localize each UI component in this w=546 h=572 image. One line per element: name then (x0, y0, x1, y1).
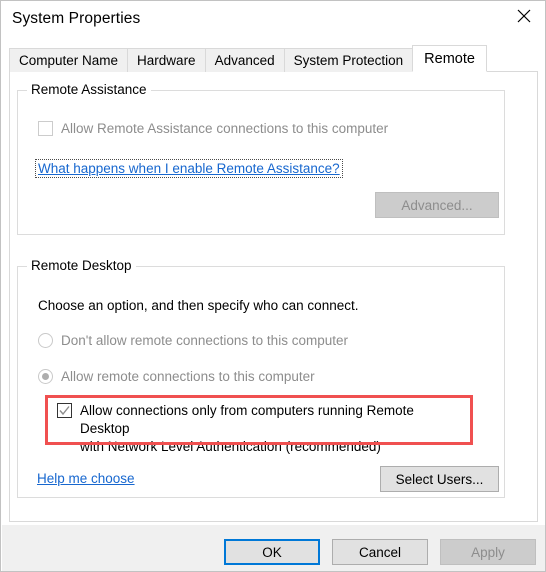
title-bar: System Properties (1, 1, 545, 41)
cancel-button[interactable]: Cancel (332, 539, 428, 565)
nla-checkbox-label: Allow connections only from computers ru… (80, 402, 467, 456)
group-remote-desktop-legend: Remote Desktop (27, 258, 136, 273)
tab-system-protection[interactable]: System Protection (283, 48, 414, 72)
checkbox-box (57, 403, 72, 418)
nla-checkbox[interactable]: Allow connections only from computers ru… (57, 402, 467, 456)
tab-advanced[interactable]: Advanced (204, 48, 285, 72)
radio-dont-allow-remote-connections[interactable]: Don't allow remote connections to this c… (38, 333, 348, 348)
tab-hardware[interactable]: Hardware (127, 48, 206, 72)
remote-assistance-advanced-button[interactable]: Advanced... (375, 192, 499, 218)
apply-button[interactable]: Apply (440, 539, 536, 565)
allow-remote-assistance-label: Allow Remote Assistance connections to t… (61, 121, 389, 136)
ok-button[interactable]: OK (224, 539, 320, 565)
tab-remote[interactable]: Remote (412, 45, 487, 72)
nla-label-line1: Allow connections only from computers ru… (80, 403, 414, 436)
allow-remote-assistance-checkbox[interactable]: Allow Remote Assistance connections to t… (38, 120, 438, 138)
radio-dont-allow-label: Don't allow remote connections to this c… (61, 333, 348, 348)
tab-computer-name[interactable]: Computer Name (9, 48, 129, 72)
checkbox-box (38, 121, 53, 136)
group-remote-assistance-legend: Remote Assistance (27, 82, 151, 97)
remote-assistance-help-link[interactable]: What happens when I enable Remote Assist… (35, 159, 343, 178)
tab-strip: Computer Name Hardware Advanced System P… (9, 45, 487, 72)
remote-desktop-instruction: Choose an option, and then specify who c… (38, 298, 359, 313)
radio-circle (38, 369, 53, 384)
nla-label-line2: with Network Level Authentication (recom… (80, 439, 381, 454)
radio-allow-label: Allow remote connections to this compute… (61, 369, 315, 384)
close-icon[interactable] (501, 1, 545, 31)
system-properties-dialog: System Properties Computer Name Hardware… (0, 0, 546, 572)
radio-circle (38, 333, 53, 348)
help-me-choose-link[interactable]: Help me choose (37, 471, 135, 486)
select-users-button[interactable]: Select Users... (380, 466, 499, 492)
radio-allow-remote-connections[interactable]: Allow remote connections to this compute… (38, 369, 315, 384)
window-title: System Properties (12, 10, 141, 27)
